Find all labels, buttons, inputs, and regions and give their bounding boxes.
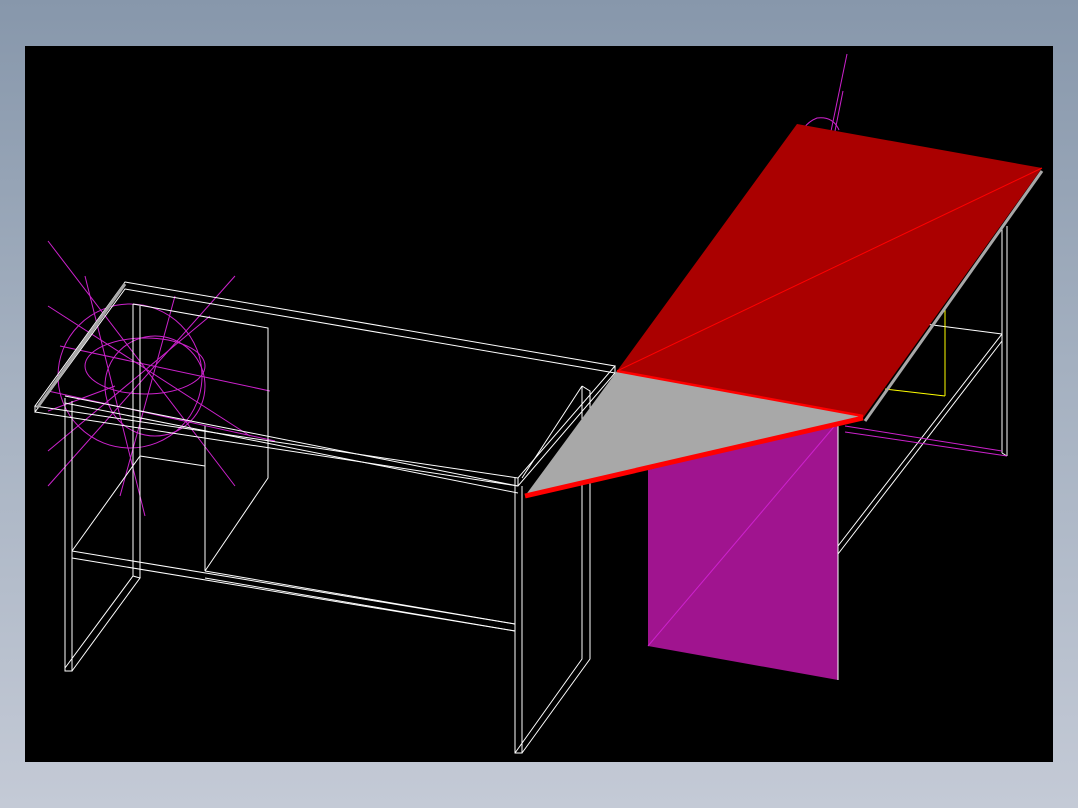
return-guide	[844, 425, 1003, 452]
left-leg-foot	[64, 575, 141, 672]
cad-viewport[interactable]	[25, 46, 1053, 762]
construction-line	[84, 275, 146, 517]
construction-line	[47, 305, 251, 437]
left-leg	[64, 398, 73, 672]
return-guide-yellow	[884, 388, 946, 397]
construction-line	[47, 385, 116, 412]
left-leg-bottom	[71, 455, 141, 552]
desktop-bottom	[34, 288, 616, 487]
stretcher-back	[204, 577, 516, 632]
stretcher	[71, 550, 516, 632]
stretcher-edge	[139, 455, 206, 467]
stretcher-back	[204, 570, 516, 625]
left-desk-wireframe	[34, 281, 616, 754]
desktop-top	[34, 281, 616, 479]
return-top-surface	[616, 124, 1044, 422]
return-top-face	[617, 124, 1042, 418]
desk-3d-model	[34, 53, 1044, 754]
construction-line	[59, 345, 271, 392]
return-guide	[844, 431, 1008, 457]
construction-line	[47, 275, 236, 487]
construction-line	[829, 53, 848, 137]
return-frame-top	[924, 323, 1003, 335]
right-leg	[514, 478, 523, 754]
